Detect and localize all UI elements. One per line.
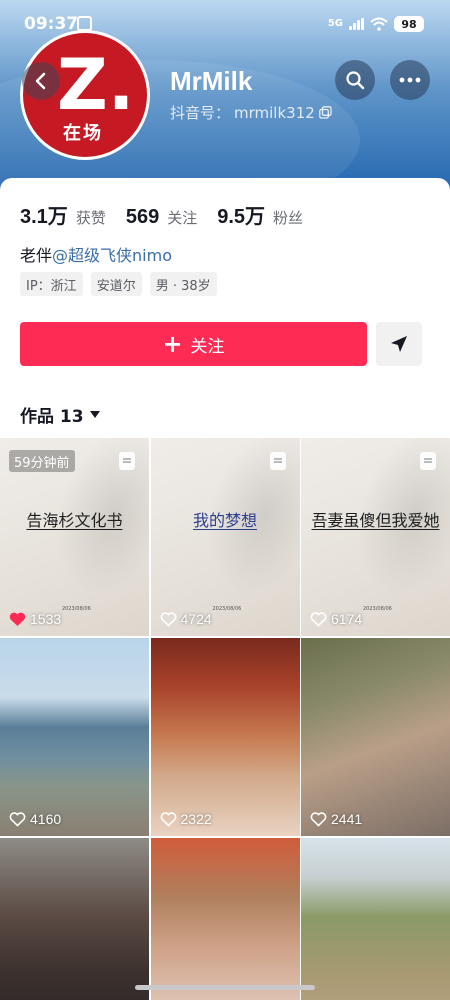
avatar-logo-subtext: 在场 (63, 123, 103, 144)
video-date: 2023/08/06 (212, 606, 242, 612)
video-likes: 6174 (310, 611, 362, 627)
wifi-icon (370, 17, 388, 31)
stat-following-value: 569 (125, 206, 160, 228)
stat-following[interactable]: 569 关注 (126, 206, 197, 229)
bio-mention-link[interactable]: @超级飞侠nimo (52, 246, 172, 265)
status-indicators: 5G 98 (328, 16, 424, 32)
note-icon (420, 452, 436, 470)
video-likes-count: 4160 (30, 811, 62, 827)
stat-followers-value: 9.5万 (217, 206, 266, 228)
video-tile[interactable] (150, 838, 300, 1000)
stat-likes-label: 获赞 (75, 209, 106, 227)
video-tile[interactable]: 我的梦想 2023/08/06 4724 (150, 438, 300, 636)
bio-text: 老伴 (20, 246, 53, 265)
search-icon (346, 71, 365, 90)
tab-works[interactable]: 作品 13 (20, 402, 100, 427)
video-tile[interactable]: 59分钟前 告海杉文化书 2023/08/06 1533 (0, 438, 149, 636)
profile-stats: 3.1万 获赞 569 关注 9.5万 粉丝 (20, 200, 323, 229)
caret-down-icon (89, 411, 100, 418)
copy-icon[interactable] (318, 106, 332, 119)
heart-outline-icon (160, 611, 176, 627)
heart-outline-icon (9, 811, 26, 827)
stat-likes-value: 3.1万 (20, 206, 68, 228)
search-button[interactable] (335, 60, 375, 100)
douyin-id: 抖音号： mrmilk312 (170, 102, 332, 123)
follow-button-label: 关注 (190, 336, 225, 357)
send-icon (391, 336, 407, 352)
video-tile[interactable] (0, 838, 149, 1000)
video-tile[interactable]: 2441 (301, 638, 450, 836)
stat-followers-label: 粉丝 (273, 209, 304, 227)
stat-likes[interactable]: 3.1万 获赞 (20, 200, 106, 229)
video-likes: 1533 (9, 611, 61, 627)
tag-ip-location: IP：浙江 (20, 272, 83, 296)
tab-works-label: 作品 13 (20, 407, 84, 427)
more-icon (399, 77, 421, 83)
video-title: 吾妻虽傻但我爱她 (311, 511, 440, 530)
tag-gender-age: 男 · 38岁 (149, 272, 217, 296)
signal-icon (349, 18, 364, 30)
video-tile[interactable] (301, 838, 450, 1000)
posted-time-badge: 59分钟前 (9, 450, 75, 472)
chevron-left-icon (35, 72, 46, 90)
video-date: 2023/08/06 (363, 606, 392, 612)
stat-followers[interactable]: 9.5万 粉丝 (217, 200, 303, 229)
bio: 老伴@超级飞侠nimo (20, 242, 172, 266)
back-button[interactable] (22, 62, 60, 100)
app-notification-icon (77, 16, 92, 31)
douyin-id-value: mrmilk312 (234, 103, 315, 122)
video-tile[interactable]: 4160 (0, 638, 149, 836)
video-likes: 4724 (160, 611, 212, 627)
send-message-button[interactable] (376, 322, 422, 366)
profile-tags: IP：浙江 安道尔 男 · 38岁 (20, 272, 217, 296)
note-icon (269, 452, 286, 470)
follow-button[interactable]: + 关注 (20, 322, 367, 366)
video-tile[interactable]: 2322 (150, 638, 300, 836)
tag-location[interactable]: 安道尔 (90, 272, 142, 296)
video-grid: 59分钟前 告海杉文化书 2023/08/06 1533 我的梦想 2023/0… (0, 438, 450, 1000)
home-indicator (135, 985, 315, 990)
heart-outline-icon (160, 811, 176, 827)
video-likes-count: 4724 (180, 611, 212, 627)
note-icon (119, 452, 135, 470)
video-likes-count: 2441 (331, 811, 363, 827)
heart-outline-icon (310, 811, 327, 827)
video-likes-count: 6174 (331, 611, 363, 627)
douyin-id-label: 抖音号： (170, 104, 231, 122)
video-title: 我的梦想 (192, 511, 257, 530)
heart-filled-icon (9, 612, 26, 626)
video-date: 2023/08/06 (62, 606, 91, 612)
video-likes: 4160 (9, 811, 61, 827)
heart-outline-icon (310, 611, 327, 627)
stat-following-label: 关注 (167, 209, 198, 227)
battery-indicator: 98 (394, 16, 424, 32)
video-title: 告海杉文化书 (26, 511, 123, 530)
video-likes: 2441 (310, 811, 362, 827)
video-likes-count: 1533 (30, 611, 62, 627)
plus-icon: + (162, 330, 183, 358)
video-likes-count: 2322 (180, 811, 212, 827)
video-likes: 2322 (160, 811, 212, 827)
username: MrMilk (170, 66, 253, 96)
avatar-logo-letter: Z. (57, 44, 135, 126)
video-tile[interactable]: 吾妻虽傻但我爱她 2023/08/06 6174 (301, 438, 450, 636)
more-options-button[interactable] (390, 60, 430, 100)
network-type: 5G (327, 18, 343, 29)
